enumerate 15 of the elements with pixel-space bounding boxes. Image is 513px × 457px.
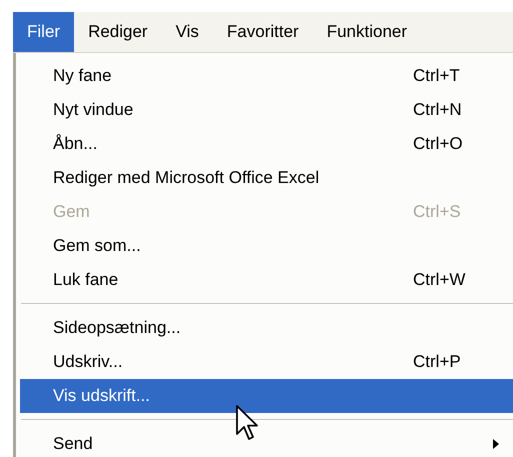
menu-item[interactable]: Vis udskrift... <box>20 379 513 413</box>
menu-bar-item[interactable]: Funktioner <box>312 12 422 52</box>
menu-item[interactable]: Udskriv... Ctrl+P <box>20 345 513 379</box>
menu-item[interactable]: Nyt vindue Ctrl+N <box>20 93 513 127</box>
menu-item[interactable]: Send <box>20 427 513 457</box>
menu-bar-item[interactable]: Favoritter <box>212 12 313 52</box>
menu-item[interactable]: Ny fane Ctrl+T <box>20 59 513 93</box>
menu-item[interactable]: Åbn... Ctrl+O <box>20 127 513 161</box>
menu-item[interactable]: Gem som... <box>20 229 513 263</box>
menu-item[interactable]: Sideopsætning... <box>20 311 513 345</box>
menu-bar-item[interactable]: Filer <box>13 12 74 52</box>
menu-item[interactable]: Luk fane Ctrl+W <box>20 263 513 297</box>
menu-item[interactable]: Rediger med Microsoft Office Excel <box>20 161 513 195</box>
menu-bar-item[interactable]: Vis <box>162 12 213 52</box>
menu-bar-item[interactable]: Rediger <box>74 12 162 52</box>
